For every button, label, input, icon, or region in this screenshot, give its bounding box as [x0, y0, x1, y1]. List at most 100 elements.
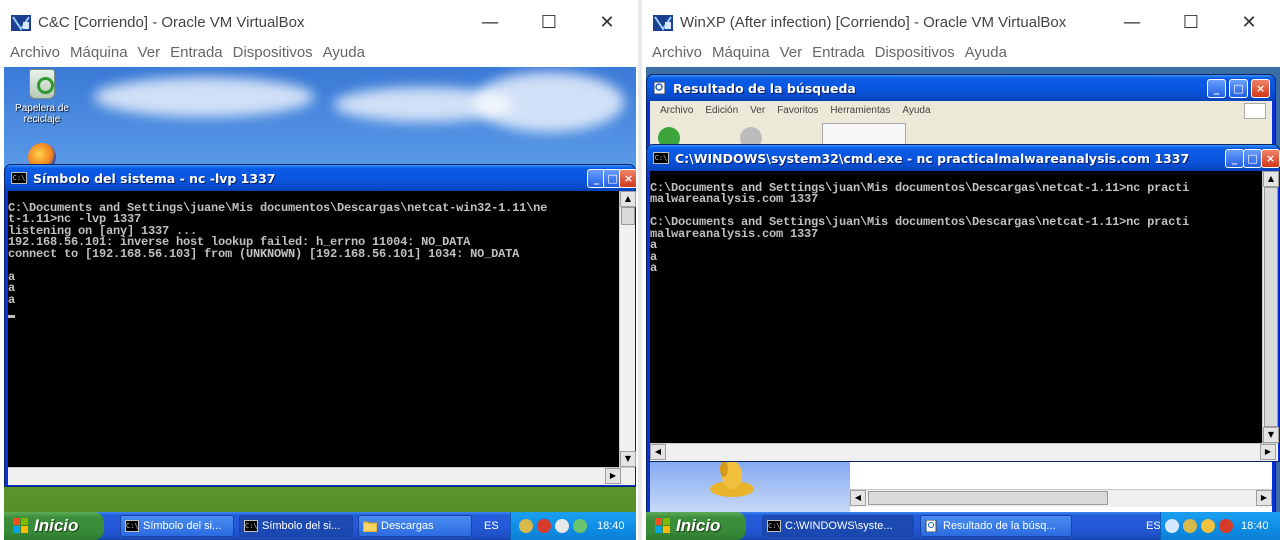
menu-maquina[interactable]: Máquina	[712, 44, 770, 66]
close-button[interactable]: ×	[1251, 79, 1270, 98]
scrollbar-thumb[interactable]	[621, 207, 635, 225]
scroll-left-arrow-icon[interactable]: ◀	[850, 490, 866, 506]
security-shield-icon[interactable]	[537, 519, 551, 533]
menu-ayuda[interactable]: Ayuda	[902, 101, 930, 121]
explorer-content[interactable]: ◀ ▶	[650, 453, 1272, 513]
virtualbox-logo-icon	[653, 15, 673, 31]
start-button[interactable]: Inicio	[646, 512, 746, 540]
vertical-scrollbar[interactable]: ▲ ▼	[619, 191, 636, 467]
taskbar-item-cmd-2[interactable]: C:\ Símbolo del si...	[239, 515, 353, 537]
virtualbox-window-winxp: WinXP (After infection) [Corriendo] - Or…	[642, 0, 1280, 540]
network-tray-icon[interactable]	[519, 519, 533, 533]
show-hidden-icons-icon[interactable]	[1165, 519, 1179, 533]
cmd-window[interactable]: C:\ Símbolo del sistema - nc -lvp 1337 _…	[4, 164, 636, 487]
menu-archivo[interactable]: Archivo	[10, 44, 60, 66]
language-indicator[interactable]: ES	[484, 512, 499, 540]
menu-entrada[interactable]: Entrada	[812, 44, 865, 66]
taskbar-item-cmd[interactable]: C:\ C:\WINDOWS\syste...	[762, 515, 914, 537]
cmd-icon: C:\	[653, 152, 669, 164]
windows-logo-icon	[655, 518, 670, 533]
windows-logo-icon	[13, 518, 28, 533]
minimize-button[interactable]: _	[1207, 79, 1226, 98]
system-tray: 18:40	[510, 512, 636, 540]
cmd-window[interactable]: C:\ C:\WINDOWS\system32\cmd.exe - nc pra…	[646, 144, 1280, 462]
menu-ayuda[interactable]: Ayuda	[965, 44, 1007, 66]
taskbar-item-label: Resultado de la búsq...	[943, 520, 1056, 532]
horizontal-scrollbar[interactable]: ◀ ▶	[650, 443, 1278, 461]
minimize-button[interactable]: —	[1117, 10, 1147, 36]
cmd-icon: C:\	[11, 172, 27, 184]
start-button[interactable]: Inicio	[4, 512, 104, 540]
close-button[interactable]: ✕	[592, 10, 622, 36]
taskbar-item-cmd-1[interactable]: C:\ Símbolo del si...	[120, 515, 234, 537]
update-icon[interactable]	[573, 519, 587, 533]
explorer-titlebar[interactable]: Resultado de la búsqueda _ □ ×	[647, 75, 1275, 101]
menu-ver[interactable]: Ver	[750, 101, 765, 121]
cmd-icon: C:\	[125, 520, 139, 532]
horizontal-scrollbar[interactable]: ◀ ▶	[850, 489, 1272, 507]
scroll-down-arrow-icon[interactable]: ▼	[620, 451, 636, 467]
close-button[interactable]: ×	[619, 169, 636, 188]
virtualbox-menubar: Archivo Máquina Ver Entrada Dispositivos…	[0, 44, 638, 66]
start-label: Inicio	[676, 516, 721, 535]
vertical-scrollbar[interactable]: ▲ ▼	[1262, 171, 1279, 443]
explorer-window-title: Resultado de la búsqueda	[673, 80, 856, 96]
scroll-up-arrow-icon[interactable]: ▲	[620, 191, 636, 207]
clock[interactable]: 18:40	[1241, 512, 1269, 540]
console-output[interactable]: C:\Documents and Settings\juan\Mis docum…	[650, 171, 1262, 443]
menu-favoritos[interactable]: Favoritos	[777, 101, 818, 121]
menu-archivo[interactable]: Archivo	[660, 101, 693, 121]
language-indicator[interactable]: ES	[1146, 512, 1161, 540]
scroll-left-arrow-icon[interactable]: ◀	[650, 444, 666, 460]
taskbar: Inicio C:\ Símbolo del si... C:\ Símbolo…	[4, 512, 636, 540]
maximize-button[interactable]: ☐	[1176, 10, 1206, 36]
scroll-up-arrow-icon[interactable]: ▲	[1263, 171, 1279, 187]
maximize-button[interactable]: □	[1229, 79, 1248, 98]
scroll-right-arrow-icon[interactable]: ▶	[605, 468, 621, 484]
menu-ver[interactable]: Ver	[780, 44, 803, 66]
cmd-titlebar[interactable]: C:\ Símbolo del sistema - nc -lvp 1337 _…	[5, 165, 636, 191]
network-tray-icon[interactable]	[1183, 519, 1197, 533]
security-shield-icon[interactable]	[1201, 519, 1215, 533]
wallpaper-cloud	[474, 72, 624, 132]
search-button[interactable]	[822, 123, 906, 145]
menu-edicion[interactable]: Edición	[705, 101, 738, 121]
cmd-titlebar[interactable]: C:\ C:\WINDOWS\system32\cmd.exe - nc pra…	[647, 145, 1280, 171]
minimize-button[interactable]: —	[475, 10, 505, 36]
taskbar-item-descargas[interactable]: Descargas	[358, 515, 472, 537]
scroll-right-arrow-icon[interactable]: ▶	[1256, 490, 1272, 506]
menu-dispositivos[interactable]: Dispositivos	[233, 44, 313, 66]
menu-ver[interactable]: Ver	[138, 44, 161, 66]
menu-maquina[interactable]: Máquina	[70, 44, 128, 66]
clock[interactable]: 18:40	[597, 512, 625, 540]
guest-screen[interactable]: Papelera de reciclaje C:\ Símbolo del si…	[4, 67, 636, 540]
menu-ayuda[interactable]: Ayuda	[323, 44, 365, 66]
scroll-down-arrow-icon[interactable]: ▼	[1263, 427, 1279, 443]
search-results-icon	[925, 520, 937, 532]
taskbar-item-search-results[interactable]: Resultado de la búsq...	[920, 515, 1072, 537]
maximize-button[interactable]: □	[1243, 149, 1262, 168]
window-title: WinXP (After infection) [Corriendo] - Or…	[680, 14, 1067, 31]
console-output[interactable]: C:\Documents and Settings\juane\Mis docu…	[8, 191, 619, 467]
cmd-icon: C:\	[767, 520, 781, 532]
system-tray: 18:40	[1160, 512, 1280, 540]
alert-icon[interactable]	[1219, 519, 1233, 533]
menu-archivo[interactable]: Archivo	[652, 44, 702, 66]
menu-entrada[interactable]: Entrada	[170, 44, 223, 66]
minimize-button[interactable]: _	[1225, 149, 1244, 168]
horizontal-scrollbar[interactable]: ▶	[8, 467, 635, 485]
close-button[interactable]: ✕	[1234, 10, 1264, 36]
menu-herramientas[interactable]: Herramientas	[830, 101, 890, 121]
console-text: C:\Documents and Settings\juan\Mis docum…	[650, 171, 1262, 275]
desktop-icon-recycle-bin[interactable]: Papelera de reciclaje	[6, 69, 78, 125]
scrollbar-thumb[interactable]	[868, 491, 1108, 505]
speaker-icon[interactable]	[555, 519, 569, 533]
guest-screen[interactable]: Resultado de la búsqueda _ □ × Archivo E…	[646, 67, 1280, 540]
scrollbar-thumb[interactable]	[1264, 187, 1278, 427]
maximize-button[interactable]: ☐	[534, 10, 564, 36]
menu-dispositivos[interactable]: Dispositivos	[875, 44, 955, 66]
console-line: connect to [192.168.56.103] from (UNKNOW…	[8, 246, 520, 261]
close-button[interactable]: ×	[1261, 149, 1280, 168]
text-cursor	[8, 314, 15, 318]
scroll-right-arrow-icon[interactable]: ▶	[1260, 444, 1276, 460]
